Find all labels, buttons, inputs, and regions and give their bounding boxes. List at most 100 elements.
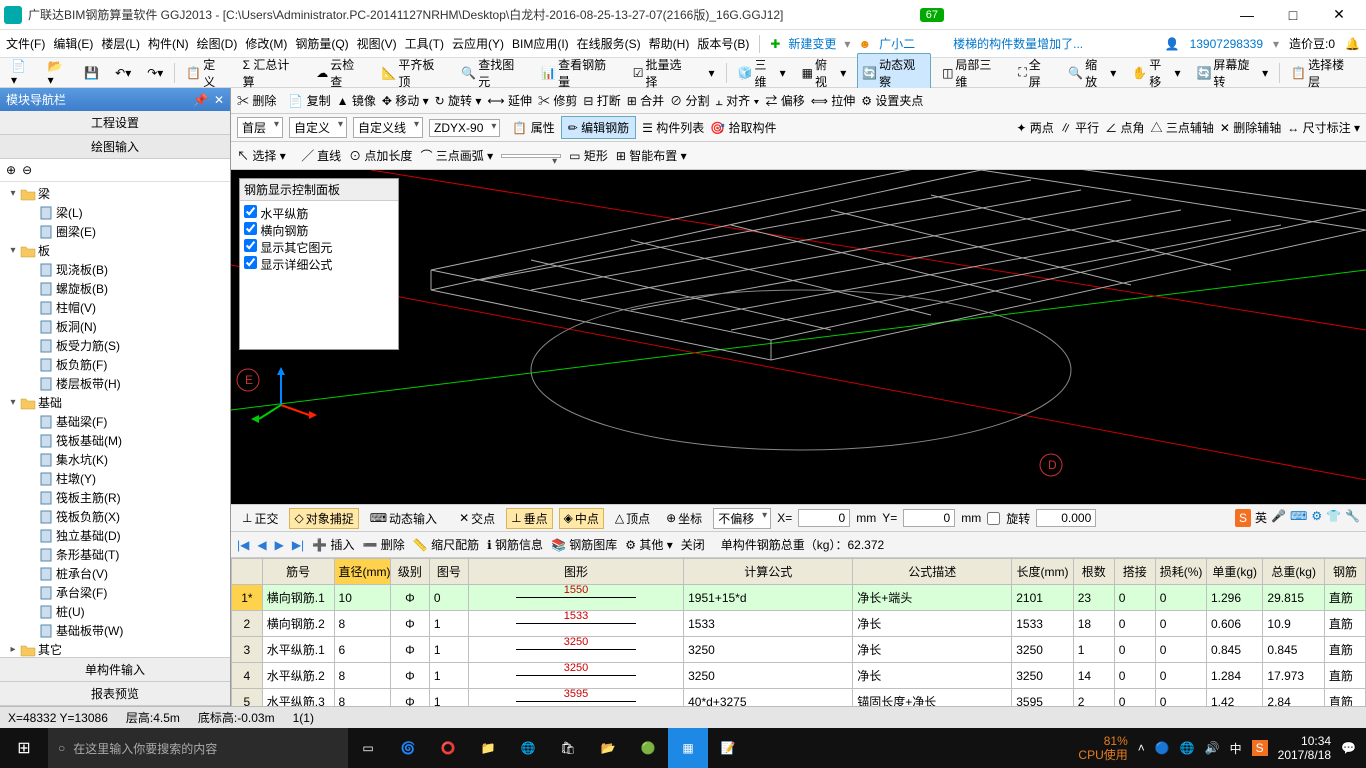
rotate-check[interactable] xyxy=(987,512,1000,525)
trim-button[interactable]: ✂ 修剪 xyxy=(538,92,577,109)
tray-up-icon[interactable]: ˄ xyxy=(1138,741,1145,755)
undo-button[interactable]: ↶▾ xyxy=(110,63,136,83)
cloud-badge[interactable]: 67 xyxy=(920,8,944,22)
cpu-meter[interactable]: 81%CPU使用 xyxy=(1078,734,1127,762)
grid-row[interactable]: 5水平纵筋.38Φ1359540*d+3275锚固长度+净长35952001.4… xyxy=(232,689,1366,707)
tree-node[interactable]: 柱帽(V) xyxy=(0,298,230,317)
level-button[interactable]: 📐 平齐板顶 xyxy=(376,53,450,93)
grid-header[interactable]: 根数 xyxy=(1073,559,1114,585)
grid-row[interactable]: 3水平纵筋.16Φ132503250净长32501000.8450.845直筋 xyxy=(232,637,1366,663)
grid-header[interactable]: 图形 xyxy=(468,559,683,585)
menu-item[interactable]: 构件(N) xyxy=(148,35,189,52)
search-box[interactable]: ○ 在这里输入你要搜索的内容 xyxy=(48,728,348,768)
expand-icon[interactable]: ⊕ xyxy=(6,163,16,177)
dropdown-button[interactable]: ▾ xyxy=(703,63,719,83)
account-link[interactable]: 13907298339 xyxy=(1190,37,1263,51)
menu-item[interactable]: 楼层(L) xyxy=(101,35,140,52)
osnap-toggle[interactable]: ◇ 对象捕捉 xyxy=(289,508,358,529)
grid-header[interactable]: 损耗(%) xyxy=(1155,559,1206,585)
grid-header[interactable]: 图号 xyxy=(429,559,468,585)
insert-button[interactable]: ➕ 插入 xyxy=(312,536,354,553)
delete-button[interactable]: ✂ 删除 xyxy=(237,92,276,109)
tree-node[interactable]: 基础梁(F) xyxy=(0,412,230,431)
tree-node[interactable]: 螺旋板(B) xyxy=(0,279,230,298)
3d-button[interactable]: 🧊 三维 ▾ xyxy=(732,53,790,93)
tree-node[interactable]: 现浇板(B) xyxy=(0,260,230,279)
tab-project-settings[interactable]: 工程设置 xyxy=(0,111,230,135)
screen-rotate-button[interactable]: 🔄 屏幕旋转 ▾ xyxy=(1191,53,1273,93)
merge-button[interactable]: ⊞ 合并 xyxy=(627,92,664,109)
clock[interactable]: 10:342017/8/18 xyxy=(1278,734,1331,762)
ortho-toggle[interactable]: ⊥ 正交 xyxy=(237,508,283,529)
delete-axis-button[interactable]: ✕ 删除辅轴 xyxy=(1220,119,1281,136)
tree-node[interactable]: 柱墩(Y) xyxy=(0,469,230,488)
minimize-button[interactable]: — xyxy=(1224,1,1270,29)
app-icon[interactable]: ▦ xyxy=(668,728,708,768)
tree-node[interactable]: ▾梁 xyxy=(0,184,230,203)
close-icon[interactable]: ✕ xyxy=(214,93,224,107)
snap-intersect[interactable]: ✕ 交点 xyxy=(454,508,500,529)
grid-row[interactable]: 4水平纵筋.28Φ132503250净长325014001.28417.973直… xyxy=(232,663,1366,689)
panel-option[interactable]: 横向钢筋 xyxy=(244,222,394,239)
last-button[interactable]: ▶| xyxy=(292,538,304,552)
dyn-input-toggle[interactable]: ⌨ 动态输入 xyxy=(365,508,442,529)
settings-icon[interactable]: ⚙ xyxy=(1311,509,1322,527)
new-change-link[interactable]: 新建变更 xyxy=(788,35,836,52)
align-button[interactable]: ⫠ 对齐 ▾ xyxy=(716,92,760,109)
menu-item[interactable]: 绘图(D) xyxy=(197,35,238,52)
menu-item[interactable]: 修改(M) xyxy=(245,35,287,52)
component-tree[interactable]: ▾梁梁(L)圈梁(E)▾板现浇板(B)螺旋板(B)柱帽(V)板洞(N)板受力筋(… xyxy=(0,182,230,657)
helper-link[interactable]: 广小二 xyxy=(879,35,915,52)
3d-viewport[interactable]: E D 钢筋显示控制面板 水平纵筋 横向钢筋 显示其它图元 显示详细公式 xyxy=(231,170,1366,504)
point-extend-tool[interactable]: ⊙ 点加长度 xyxy=(349,147,412,164)
first-button[interactable]: |◀ xyxy=(237,538,249,552)
grid-header[interactable]: 长度(mm) xyxy=(1012,559,1074,585)
extend-button[interactable]: ⟷ 延伸 xyxy=(487,92,532,109)
three-point-button[interactable]: △ 三点辅轴 xyxy=(1151,119,1214,136)
copy-button[interactable]: 📄 复制 xyxy=(288,92,330,109)
volume-icon[interactable]: 🔊 xyxy=(1205,741,1220,755)
rotate-input[interactable] xyxy=(1036,509,1096,527)
app-icon[interactable]: 🟢 xyxy=(628,728,668,768)
new-button[interactable]: 📄▾ xyxy=(6,56,37,90)
grid-header[interactable]: 总重(kg) xyxy=(1263,559,1325,585)
menu-item[interactable]: 工具(T) xyxy=(405,35,444,52)
sum-button[interactable]: Σ 汇总计算 xyxy=(238,53,306,93)
notice-link[interactable]: 楼梯的构件数量增加了... xyxy=(953,35,1083,52)
grid-header[interactable]: 计算公式 xyxy=(684,559,853,585)
parallel-button[interactable]: ∥ 平行 xyxy=(1060,119,1099,136)
tree-node[interactable]: ▾板 xyxy=(0,241,230,260)
tree-node[interactable]: 筏板负筋(X) xyxy=(0,507,230,526)
find-button[interactable]: 🔍 查找图元 xyxy=(456,53,530,93)
start-button[interactable]: ⊞ xyxy=(0,728,48,768)
arc-tool[interactable]: ⌒ 三点画弧 ▾ xyxy=(420,147,493,164)
sogou-icon[interactable]: S xyxy=(1235,509,1251,527)
ime-icon[interactable]: 中 xyxy=(1230,740,1242,757)
close-table-button[interactable]: 关闭 xyxy=(681,536,705,553)
properties-button[interactable]: 📋 属性 xyxy=(512,119,554,136)
component-list-button[interactable]: ☰ 构件列表 xyxy=(642,119,704,136)
subcategory-combo[interactable]: 自定义线 xyxy=(353,117,423,138)
two-point-button[interactable]: ✦ 两点 xyxy=(1016,119,1053,136)
snap-coord[interactable]: ⊕ 坐标 xyxy=(661,508,707,529)
batch-select-button[interactable]: ☑ 批量选择 xyxy=(628,53,698,93)
menu-item[interactable]: 帮助(H) xyxy=(649,35,690,52)
panel-option[interactable]: 显示其它图元 xyxy=(244,239,394,256)
tree-node[interactable]: 独立基础(D) xyxy=(0,526,230,545)
local-3d-button[interactable]: ◫ 局部三维 xyxy=(937,53,1007,93)
task-view-icon[interactable]: ▭ xyxy=(348,728,388,768)
pan-button[interactable]: ✋ 平移 ▾ xyxy=(1127,53,1185,93)
tree-node[interactable]: 基础板带(W) xyxy=(0,621,230,640)
mirror-button[interactable]: ▲ 镜像 xyxy=(337,92,376,109)
pick-component-button[interactable]: 🎯 拾取构件 xyxy=(710,119,776,136)
app-icon[interactable]: 📝 xyxy=(708,728,748,768)
app-icon[interactable]: ⭕ xyxy=(428,728,468,768)
tree-node[interactable]: 承台梁(F) xyxy=(0,583,230,602)
grid-header[interactable]: 搭接 xyxy=(1114,559,1155,585)
split-button[interactable]: ⊘ 分割 xyxy=(670,92,709,109)
keyboard-icon[interactable]: ⌨ xyxy=(1290,509,1307,527)
grip-button[interactable]: ⚙ 设置夹点 xyxy=(861,92,923,109)
delete-row-button[interactable]: ➖ 删除 xyxy=(362,536,404,553)
mic-icon[interactable]: 🎤 xyxy=(1271,509,1286,527)
break-button[interactable]: ⊟ 打断 xyxy=(583,92,620,109)
